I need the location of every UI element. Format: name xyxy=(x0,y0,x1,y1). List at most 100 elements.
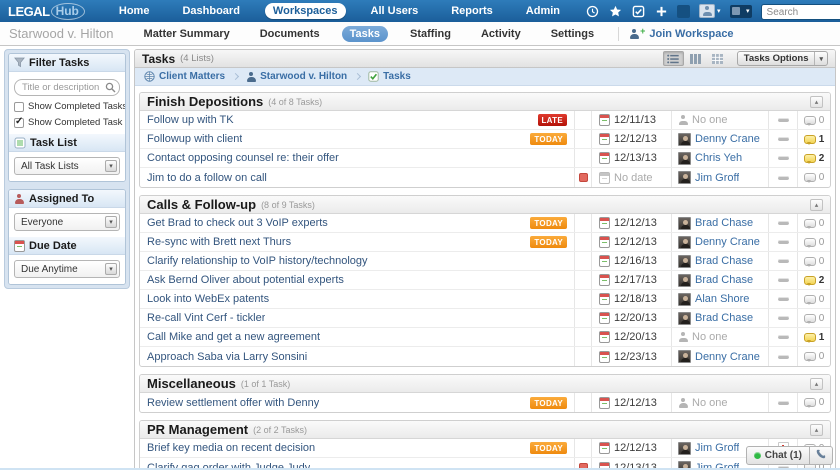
list-view-icon[interactable] xyxy=(663,51,684,66)
tab-settings[interactable]: Settings xyxy=(543,26,602,42)
actions-cell[interactable] xyxy=(768,149,797,167)
assignee-link[interactable]: Denny Crane xyxy=(695,351,760,363)
comments-cell[interactable]: 0 xyxy=(797,252,830,270)
assigned-to-select[interactable]: Everyone ▾ xyxy=(14,213,120,231)
assignee-link[interactable]: Jim Groff xyxy=(695,172,739,184)
assignee-link[interactable]: Alan Shore xyxy=(695,293,749,305)
comments-cell[interactable]: 0 xyxy=(797,347,830,366)
nav-item-reports[interactable]: Reports xyxy=(443,3,501,19)
task-link[interactable]: Follow up with TK xyxy=(147,114,234,126)
actions-cell[interactable] xyxy=(768,290,797,308)
assignee-link[interactable]: Brad Chase xyxy=(695,217,753,229)
task-link[interactable]: Ask Bernd Oliver about potential experts xyxy=(147,274,344,286)
assignee-link[interactable]: Chris Yeh xyxy=(695,152,742,164)
breadcrumb-item-client-matters[interactable]: Client Matters xyxy=(144,71,225,82)
assignee-cell[interactable]: No one xyxy=(671,111,768,129)
comments-cell[interactable]: 0 xyxy=(797,111,830,129)
actions-cell[interactable] xyxy=(768,233,797,251)
tab-staffing[interactable]: Staffing xyxy=(402,26,459,42)
actions-cell[interactable] xyxy=(768,309,797,327)
assignee-cell[interactable]: Denny Crane xyxy=(671,233,768,251)
join-workspace-button[interactable]: + Join Workspace xyxy=(629,28,733,40)
due-date-cell[interactable]: 12/11/13 xyxy=(591,111,671,129)
assignee-cell[interactable]: Denny Crane xyxy=(671,347,768,366)
due-date-cell[interactable]: 12/12/13 xyxy=(591,439,671,457)
actions-cell[interactable] xyxy=(768,168,797,187)
grid-view-icon[interactable] xyxy=(707,51,728,66)
comments-cell[interactable]: 0 xyxy=(797,393,830,412)
actions-cell[interactable] xyxy=(768,130,797,148)
assignee-link[interactable]: Denny Crane xyxy=(695,133,760,145)
nav-item-admin[interactable]: Admin xyxy=(518,3,568,19)
breadcrumb-link[interactable]: Tasks xyxy=(383,71,411,82)
due-date-cell[interactable]: 12/20/13 xyxy=(591,328,671,346)
comments-cell[interactable]: 0 xyxy=(797,168,830,187)
notifications-box[interactable] xyxy=(677,5,690,18)
assignee-link[interactable]: Brad Chase xyxy=(695,312,753,324)
comments-cell[interactable]: 0 xyxy=(797,290,830,308)
nav-item-home[interactable]: Home xyxy=(111,3,158,19)
global-search-input[interactable] xyxy=(761,4,840,20)
collapse-button[interactable]: ▴ xyxy=(810,424,823,436)
legalhub-logo[interactable]: LEGALHub xyxy=(8,3,85,20)
actions-cell[interactable] xyxy=(768,252,797,270)
clock-icon[interactable] xyxy=(585,4,599,18)
due-date-select[interactable]: Due Anytime ▾ xyxy=(14,260,120,278)
comments-cell[interactable]: 1 xyxy=(797,328,830,346)
checkbox-show-completed-tasks[interactable]: Show Completed Tasks xyxy=(14,101,120,112)
task-link[interactable]: Jim to do a follow on call xyxy=(147,172,267,184)
checkbox-show-completed-task-lists[interactable]: Show Completed Task Lists xyxy=(14,117,120,128)
assignee-cell[interactable]: Chris Yeh xyxy=(671,149,768,167)
nav-item-all-users[interactable]: All Users xyxy=(363,3,427,19)
tab-matter-summary[interactable]: Matter Summary xyxy=(136,26,238,42)
due-date-cell[interactable]: 12/12/13 xyxy=(591,214,671,232)
breadcrumb-item-tasks[interactable]: Tasks xyxy=(368,71,411,82)
assignee-cell[interactable]: No one xyxy=(671,328,768,346)
due-date-cell[interactable]: 12/17/13 xyxy=(591,271,671,289)
chat-button[interactable]: Chat (1) xyxy=(746,446,810,465)
checkbox-box[interactable] xyxy=(14,118,24,128)
task-link[interactable]: Look into WebEx patents xyxy=(147,293,269,305)
checkbox-box[interactable] xyxy=(14,102,24,112)
assignee-link[interactable]: Denny Crane xyxy=(695,236,760,248)
tab-tasks[interactable]: Tasks xyxy=(342,26,388,42)
comments-cell[interactable]: 2 xyxy=(797,149,830,167)
nav-item-workspaces[interactable]: Workspaces xyxy=(265,3,346,19)
actions-cell[interactable] xyxy=(768,214,797,232)
due-date-cell[interactable]: 12/16/13 xyxy=(591,252,671,270)
breadcrumb-link[interactable]: Starwood v. Hilton xyxy=(260,71,347,82)
task-list-select[interactable]: All Task Lists ▾ xyxy=(14,157,120,175)
star-icon[interactable] xyxy=(608,4,622,18)
due-date-cell[interactable]: 12/12/13 xyxy=(591,233,671,251)
breadcrumb-link[interactable]: Client Matters xyxy=(159,71,225,82)
task-link[interactable]: Clarify relationship to VoIP history/tec… xyxy=(147,255,368,267)
collapse-button[interactable]: ▴ xyxy=(810,199,823,211)
actions-cell[interactable] xyxy=(768,328,797,346)
due-date-cell[interactable]: 12/18/13 xyxy=(591,290,671,308)
assignee-cell[interactable]: Brad Chase xyxy=(671,214,768,232)
tab-documents[interactable]: Documents xyxy=(252,26,328,42)
due-date-cell[interactable]: 12/20/13 xyxy=(591,309,671,327)
column-view-icon[interactable] xyxy=(685,51,706,66)
comments-cell[interactable]: 0 xyxy=(797,309,830,327)
task-link[interactable]: Review settlement offer with Denny xyxy=(147,397,319,409)
comments-cell[interactable]: 0 xyxy=(797,214,830,232)
comments-cell[interactable]: 2 xyxy=(797,271,830,289)
task-link[interactable]: Followup with client xyxy=(147,133,242,145)
actions-cell[interactable] xyxy=(768,347,797,366)
due-date-cell[interactable]: 12/12/13 xyxy=(591,130,671,148)
assignee-cell[interactable]: No one xyxy=(671,393,768,412)
due-date-cell[interactable]: 12/13/13 xyxy=(591,149,671,167)
due-date-cell[interactable]: 12/23/13 xyxy=(591,347,671,366)
assignee-cell[interactable]: Brad Chase xyxy=(671,252,768,270)
assignee-cell[interactable]: Denny Crane xyxy=(671,130,768,148)
tasks-options-button[interactable]: Tasks Options ▾ xyxy=(737,51,828,66)
assignee-cell[interactable]: Brad Chase xyxy=(671,309,768,327)
due-date-cell[interactable]: 12/12/13 xyxy=(591,393,671,412)
plus-icon[interactable] xyxy=(654,4,668,18)
due-date-cell[interactable]: No date xyxy=(591,168,671,187)
task-link[interactable]: Get Brad to check out 3 VoIP experts xyxy=(147,217,328,229)
task-link[interactable]: Brief key media on recent decision xyxy=(147,442,315,454)
comments-cell[interactable]: 1 xyxy=(797,130,830,148)
collapse-button[interactable]: ▴ xyxy=(810,378,823,390)
